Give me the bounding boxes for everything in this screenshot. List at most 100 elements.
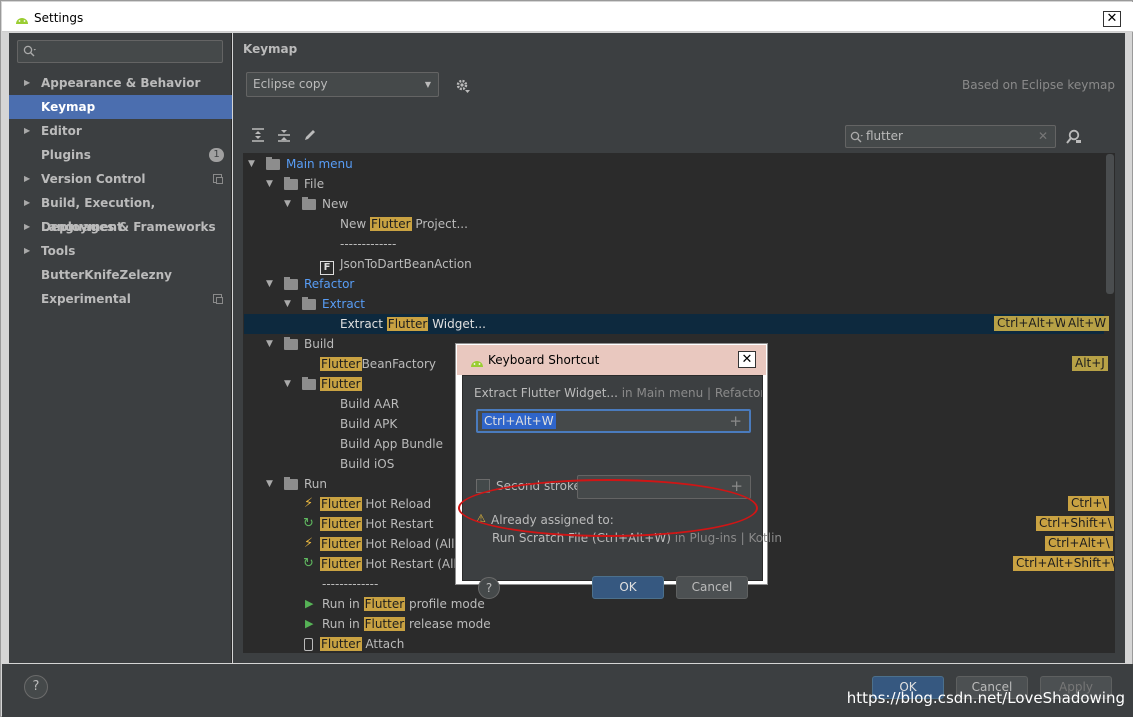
collapse-all-icon[interactable] (277, 128, 291, 146)
tree-row-extract-flutter-widget[interactable]: Extract Flutter Widget... Ctrl+Alt+W Alt+W (244, 314, 1110, 334)
tree-row-label: Build APK (340, 417, 398, 431)
collapse-arrow-icon: ▼ (284, 299, 291, 309)
tree-row-label: Run in Flutter release mode (322, 614, 491, 634)
keymap-filter-input[interactable]: flutter ✕ (845, 125, 1056, 148)
tree-row-run-release[interactable]: ▶ Run in Flutter release mode (244, 614, 1104, 634)
label-suffix: Hot Restart (361, 517, 434, 531)
search-highlight: Flutter (320, 357, 362, 371)
dialog-cancel-button[interactable]: Cancel (676, 576, 748, 599)
sidebar-item-appearance[interactable]: ▶ Appearance & Behavior (9, 71, 232, 95)
add-stroke-icon[interactable]: + (729, 411, 742, 431)
sidebar-item-languages[interactable]: ▶ Languages & Frameworks (9, 215, 232, 239)
collapse-arrow-icon: ▼ (266, 279, 273, 289)
tree-row-label: Flutter Hot Restart (320, 514, 433, 534)
tree-row-label: Flutter Attach (320, 634, 405, 652)
find-shortcut-icon[interactable] (1066, 129, 1082, 148)
lightning-icon: ⚡ (304, 496, 314, 511)
shortcut-badge: Alt+W (1065, 316, 1110, 331)
sidebar-item-label: Experimental (41, 292, 131, 306)
expand-arrow-icon: ▶ (24, 246, 31, 255)
dialog-ok-button[interactable]: OK (592, 576, 664, 599)
tree-row-label: Build App Bundle (340, 437, 443, 451)
label-prefix: Run in (322, 597, 364, 611)
based-on-label: Based on Eclipse keymap (962, 78, 1115, 92)
collapse-arrow-icon: ▼ (266, 179, 273, 189)
shortcut-badge: Ctrl+Alt+Shift+\ (1013, 556, 1114, 571)
search-icon (23, 45, 37, 61)
tree-row-file[interactable]: ▼ File (244, 174, 1104, 194)
keymap-select[interactable]: Eclipse copy ▼ (246, 72, 439, 97)
sidebar-item-tools[interactable]: ▶ Tools (9, 239, 232, 263)
expand-arrow-icon: ▶ (24, 174, 31, 183)
tree-row-json-to-dart[interactable]: F JsonToDartBeanAction (244, 254, 1104, 275)
action-path: Extract Flutter Widget... in Main menu |… (474, 386, 762, 400)
collapse-arrow-icon: ▼ (284, 379, 291, 389)
tree-row-label: New (322, 197, 349, 211)
settings-window: Settings ✕ ▶ Appearance & Behavior Keymap… (0, 0, 1133, 717)
sidebar-item-experimental[interactable]: Experimental (9, 287, 232, 311)
sidebar-item-label: Plugins (41, 148, 91, 162)
folder-icon (284, 477, 298, 490)
project-settings-icon (213, 294, 223, 304)
folder-icon (266, 157, 280, 170)
folder-icon (302, 297, 316, 310)
folder-icon (284, 277, 298, 290)
tree-row-label: Build (304, 337, 335, 351)
label-suffix: Attach (361, 637, 405, 651)
sidebar-item-label: ButterKnifeZelezny (41, 268, 172, 282)
sidebar-item-label: Editor (41, 124, 82, 138)
tree-row-label: Refactor (304, 277, 355, 291)
red-annotation-ellipse (458, 479, 758, 537)
folder-icon (284, 337, 298, 350)
first-stroke-value: Ctrl+Alt+W (482, 413, 556, 429)
tree-row-label: Build iOS (340, 457, 395, 471)
watermark-url: https://blog.csdn.net/LoveShadowing (846, 689, 1125, 707)
gear-icon[interactable] (456, 78, 470, 98)
help-button[interactable]: ? (24, 675, 48, 699)
tree-row-run-profile[interactable]: ▶ Run in Flutter profile mode (244, 594, 1104, 614)
label-suffix: profile mode (405, 597, 485, 611)
search-highlight: Flutter (320, 517, 362, 531)
sidebar-item-version-control[interactable]: ▶ Version Control (9, 167, 232, 191)
edit-pencil-icon[interactable] (303, 128, 317, 146)
sidebar-item-editor[interactable]: ▶ Editor (9, 119, 232, 143)
search-highlight: Flutter (320, 637, 362, 651)
label-prefix: New (340, 217, 370, 231)
window-close-button[interactable]: ✕ (1103, 11, 1121, 27)
tree-row-label: New Flutter Project... (340, 214, 468, 234)
tree-scrollbar[interactable] (1106, 154, 1114, 294)
tree-row-label: JsonToDartBeanAction (340, 257, 472, 271)
expand-arrow-icon: ▶ (24, 126, 31, 135)
dialog-help-button[interactable]: ? (478, 577, 500, 599)
search-highlight: Flutter (363, 617, 406, 631)
clear-filter-icon[interactable]: ✕ (1038, 126, 1048, 147)
tree-row-label: Flutter Hot Reload (All De (320, 534, 475, 554)
sidebar-item-build-execution[interactable]: ▶ Build, Execution, Deployment (9, 191, 232, 234)
android-icon (15, 13, 29, 27)
expand-arrow-icon: ▶ (24, 198, 31, 207)
tree-row-refactor[interactable]: ▼ Refactor (244, 274, 1104, 294)
first-stroke-field[interactable]: Ctrl+Alt+W + (476, 409, 751, 433)
sidebar-item-label: Appearance & Behavior (41, 76, 201, 90)
separator-text: ------------- (340, 237, 397, 251)
dialog-close-button[interactable]: ✕ (738, 351, 756, 368)
tree-row-separator: ------------- (244, 234, 1104, 254)
separator-text: ------------- (322, 577, 379, 591)
expand-all-icon[interactable] (251, 128, 265, 146)
project-settings-icon (213, 174, 223, 184)
tree-row-new-flutter-project[interactable]: New Flutter Project... (244, 214, 1104, 234)
window-title: Settings (34, 11, 84, 25)
tree-row-attach[interactable]: Flutter Attach (244, 634, 1104, 652)
sidebar-item-keymap[interactable]: Keymap (9, 95, 232, 119)
tree-row-main-menu[interactable]: ▼ Main menu (244, 154, 1104, 174)
dialog-body: Extract Flutter Widget... in Main menu |… (462, 375, 782, 599)
settings-search-input[interactable] (17, 40, 223, 63)
search-highlight: Flutter (363, 597, 406, 611)
label-suffix: Widget... (428, 317, 486, 331)
sidebar-item-plugins[interactable]: Plugins 1 (9, 143, 232, 167)
label-prefix: Run in (322, 617, 364, 631)
tree-row-extract[interactable]: ▼ Extract (244, 294, 1104, 314)
tree-row-new[interactable]: ▼ New (244, 194, 1104, 214)
tree-row-label: Run (304, 477, 328, 491)
sidebar-item-butterknife[interactable]: ButterKnifeZelezny (9, 263, 232, 287)
